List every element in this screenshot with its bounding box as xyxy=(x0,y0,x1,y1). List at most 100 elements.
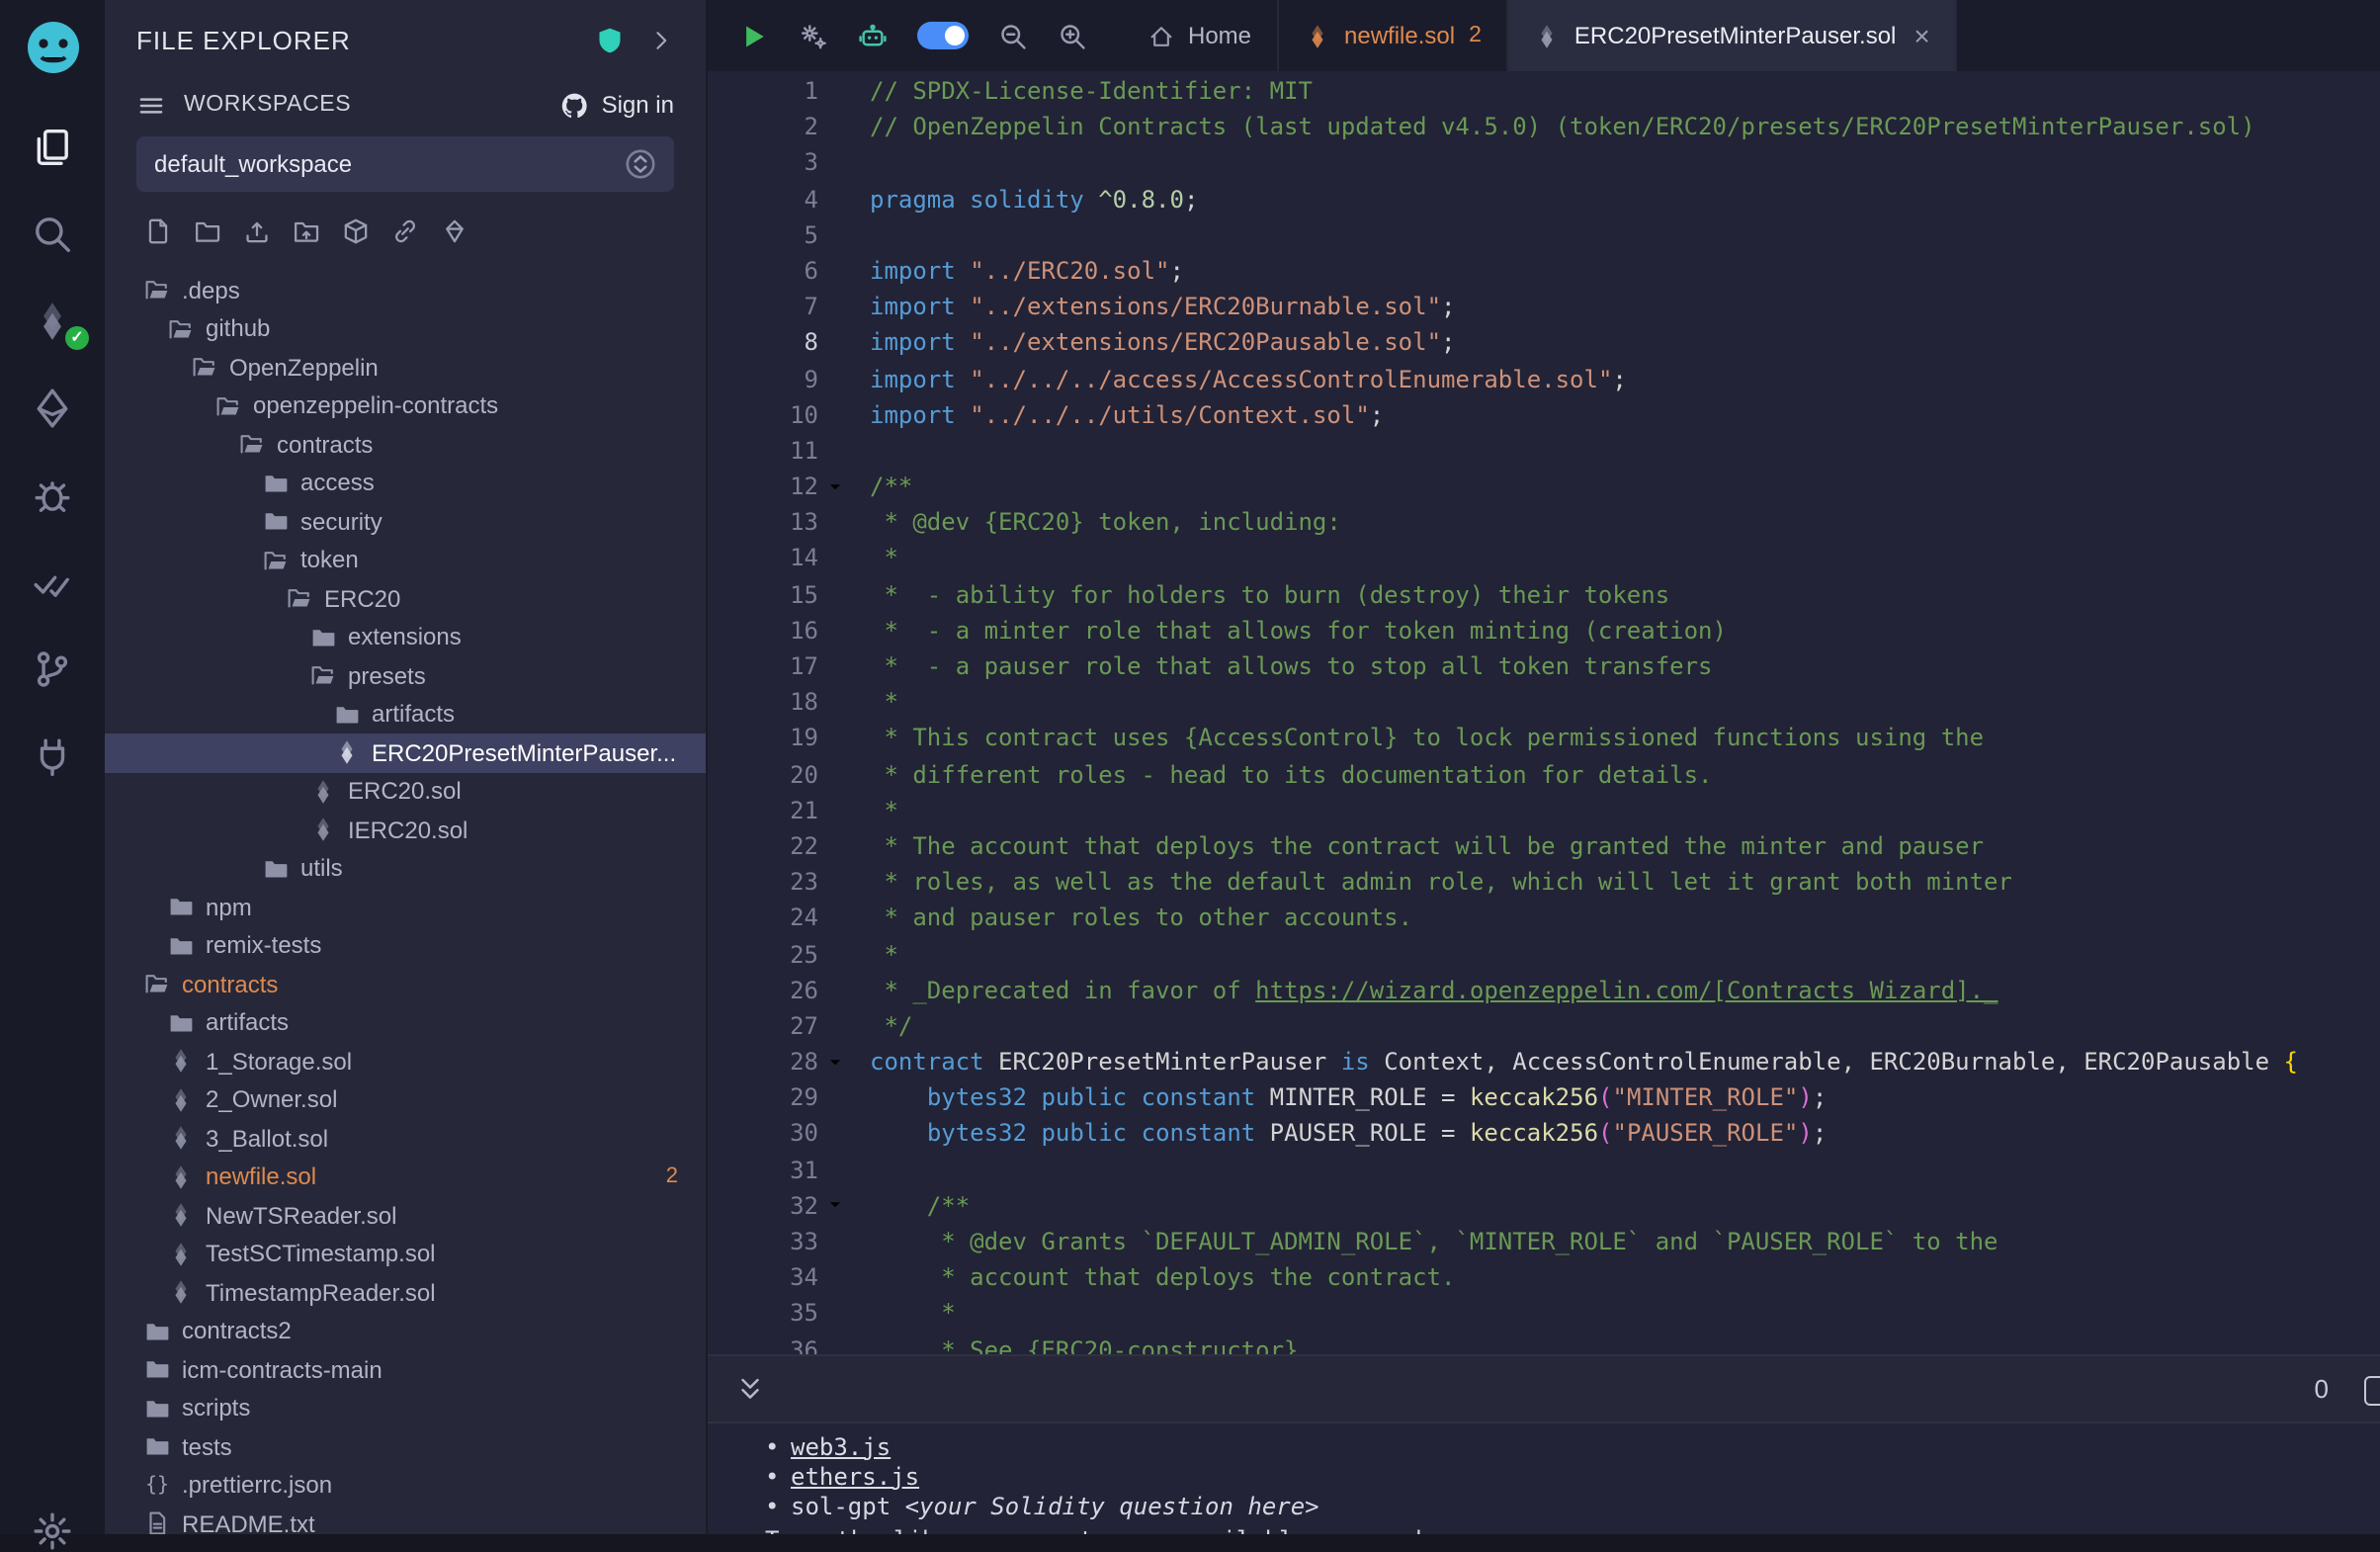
create-file-icon[interactable] xyxy=(144,217,172,245)
terminal-text: <your Solidity question here> xyxy=(905,1493,1319,1520)
activitybar-search[interactable] xyxy=(0,190,105,277)
tree-item-label: README.txt xyxy=(182,1510,315,1535)
tree-folder-scripts[interactable]: scripts xyxy=(105,1389,706,1427)
code-editor[interactable]: 1// SPDX-License-Identifier: MIT2// Open… xyxy=(708,71,2380,1354)
folder-icon xyxy=(144,1396,170,1422)
terminal-listen-checkbox[interactable] xyxy=(2364,1376,2380,1406)
tree-file-ERC20.sol[interactable]: ERC20.sol xyxy=(105,772,706,811)
tree-folder-security[interactable]: security xyxy=(105,502,706,541)
code-line-34: 34 * account that deploys the contract. xyxy=(708,1259,2380,1295)
tree-file-newfile.sol[interactable]: newfile.sol2 xyxy=(105,1158,706,1196)
create-folder-icon[interactable] xyxy=(194,217,221,245)
tree-file-TimestampReader.sol[interactable]: TimestampReader.sol xyxy=(105,1273,706,1312)
tree-item-label: artifacts xyxy=(206,1009,289,1037)
tree-folder-remix-tests[interactable]: remix-tests xyxy=(105,926,706,965)
terminal-link[interactable]: web3.js xyxy=(791,1432,891,1460)
tree-folder-token[interactable]: token xyxy=(105,541,706,579)
tree-folder-utils[interactable]: utils xyxy=(105,849,706,888)
tree-folder-github[interactable]: github xyxy=(105,309,706,348)
tree-item-label: IERC20.sol xyxy=(348,817,468,844)
fold-chevron-icon[interactable] xyxy=(818,1188,852,1224)
folder-icon xyxy=(310,625,336,650)
code-line-7: 7import "../extensions/ERC20Burnable.sol… xyxy=(708,289,2380,324)
tree-file-2_Owner.sol[interactable]: 2_Owner.sol xyxy=(105,1080,706,1119)
code-line-35: 35 * xyxy=(708,1296,2380,1332)
tree-folder-openzeppelin-contracts[interactable]: openzeppelin-contracts xyxy=(105,387,706,425)
tree-file-NewTSReader.sol[interactable]: NewTSReader.sol xyxy=(105,1196,706,1235)
activitybar-plugin-manager[interactable] xyxy=(0,712,105,799)
tree-file-README.txt[interactable]: README.txt xyxy=(105,1505,706,1534)
tab-ERC20PresetMinterPauser.sol[interactable]: ERC20PresetMinterPauser.sol× xyxy=(1509,0,1958,71)
tree-item-label: 3_Ballot.sol xyxy=(206,1125,328,1153)
diamond-icon[interactable] xyxy=(441,217,468,245)
tree-folder-extensions[interactable]: extensions xyxy=(105,618,706,656)
tab-Home[interactable]: Home xyxy=(1123,0,1279,71)
unit-testing-icon xyxy=(32,560,73,602)
tree-folder-tests[interactable]: tests xyxy=(105,1427,706,1466)
zoom-in-button[interactable] xyxy=(1058,21,1087,50)
tree-folder-access[interactable]: access xyxy=(105,464,706,502)
terminal-link[interactable]: ethers.js xyxy=(791,1463,919,1491)
workspace-selector[interactable]: default_workspace xyxy=(136,136,674,192)
upload-folder-icon[interactable] xyxy=(293,217,320,245)
cube-icon[interactable] xyxy=(342,217,370,245)
activitybar-solidity-compiler[interactable]: ✓ xyxy=(0,277,105,364)
copilot-toggle[interactable] xyxy=(917,22,969,49)
tree-folder-.deps[interactable]: .deps xyxy=(105,271,706,309)
tree-file-1_Storage.sol[interactable]: 1_Storage.sol xyxy=(105,1042,706,1080)
workspaces-menu-icon[interactable] xyxy=(136,90,166,120)
tree-folder-contracts2[interactable]: contracts2 xyxy=(105,1312,706,1350)
tree-folder-npm[interactable]: npm xyxy=(105,888,706,926)
fold-chevron-icon[interactable] xyxy=(818,469,852,504)
file-explorer-panel: FILE EXPLORER WORKSPACES Sign in default… xyxy=(105,0,708,1534)
line-number: 13 xyxy=(708,505,818,541)
tree-folder-artifacts[interactable]: artifacts xyxy=(105,1003,706,1042)
activitybar-deploy-run[interactable] xyxy=(0,364,105,451)
terminal-expand-icon[interactable] xyxy=(735,1374,765,1404)
tree-folder-artifacts[interactable]: artifacts xyxy=(105,695,706,733)
script-runner-settings-button[interactable] xyxy=(799,21,828,50)
activitybar-file-explorer[interactable] xyxy=(0,103,105,190)
activitybar-unit-testing[interactable] xyxy=(0,538,105,625)
tree-folder-contracts[interactable]: contracts xyxy=(105,425,706,464)
line-number: 1 xyxy=(708,73,818,109)
json-braces-icon: {} xyxy=(144,1475,170,1497)
tree-file-ERC20PresetMinterPauser...[interactable]: ERC20PresetMinterPauser... xyxy=(105,733,706,772)
folder-open-icon xyxy=(144,278,170,303)
tree-item-label: TestSCTimestamp.sol xyxy=(206,1241,436,1268)
close-tab-icon[interactable]: × xyxy=(1913,20,1929,51)
tree-folder-ERC20[interactable]: ERC20 xyxy=(105,579,706,618)
tab-dirty-count: 2 xyxy=(1469,24,1482,47)
tree-folder-contracts[interactable]: contracts xyxy=(105,965,706,1003)
panel-header: FILE EXPLORER xyxy=(105,0,706,79)
activitybar-debugger[interactable] xyxy=(0,451,105,538)
folder-icon xyxy=(144,1357,170,1383)
tree-file-3_Ballot.sol[interactable]: 3_Ballot.sol xyxy=(105,1119,706,1158)
upload-file-icon[interactable] xyxy=(243,217,271,245)
tree-file-IERC20.sol[interactable]: IERC20.sol xyxy=(105,811,706,849)
code-line-17: 17 * - a pauser role that allows to stop… xyxy=(708,648,2380,684)
zoom-out-button[interactable] xyxy=(998,21,1028,50)
tab-label: newfile.sol xyxy=(1344,22,1455,49)
workspaces-label: WORKSPACES xyxy=(184,93,351,117)
settings-icon[interactable] xyxy=(32,1510,73,1552)
run-script-button[interactable] xyxy=(739,21,769,50)
folder-open-icon xyxy=(263,548,289,573)
line-number: 34 xyxy=(708,1259,818,1295)
folder-open-icon xyxy=(239,432,265,458)
fold-chevron-icon[interactable] xyxy=(818,1044,852,1079)
tab-newfile.sol[interactable]: newfile.sol 2 xyxy=(1279,0,1509,71)
tree-file-TestSCTimestamp.sol[interactable]: TestSCTimestamp.sol xyxy=(105,1235,706,1273)
link-icon[interactable] xyxy=(391,217,419,245)
tree-folder-icm-contracts-main[interactable]: icm-contracts-main xyxy=(105,1350,706,1389)
tree-folder-presets[interactable]: presets xyxy=(105,656,706,695)
tree-file-.prettierrc.json[interactable]: {}.prettierrc.json xyxy=(105,1466,706,1505)
editor-tabs: Home newfile.sol 2 ERC20PresetMinterPauser.… xyxy=(1123,0,1958,71)
activitybar-git[interactable] xyxy=(0,625,105,712)
sign-in-button[interactable]: Sign in xyxy=(560,90,674,120)
tree-folder-OpenZeppelin[interactable]: OpenZeppelin xyxy=(105,348,706,387)
remixai-copilot-icon[interactable] xyxy=(858,21,888,50)
editor-area: Home newfile.sol 2 ERC20PresetMinterPauser.… xyxy=(708,0,2380,1534)
chevron-right-icon[interactable] xyxy=(648,27,674,52)
code-line-11: 11 xyxy=(708,433,2380,469)
